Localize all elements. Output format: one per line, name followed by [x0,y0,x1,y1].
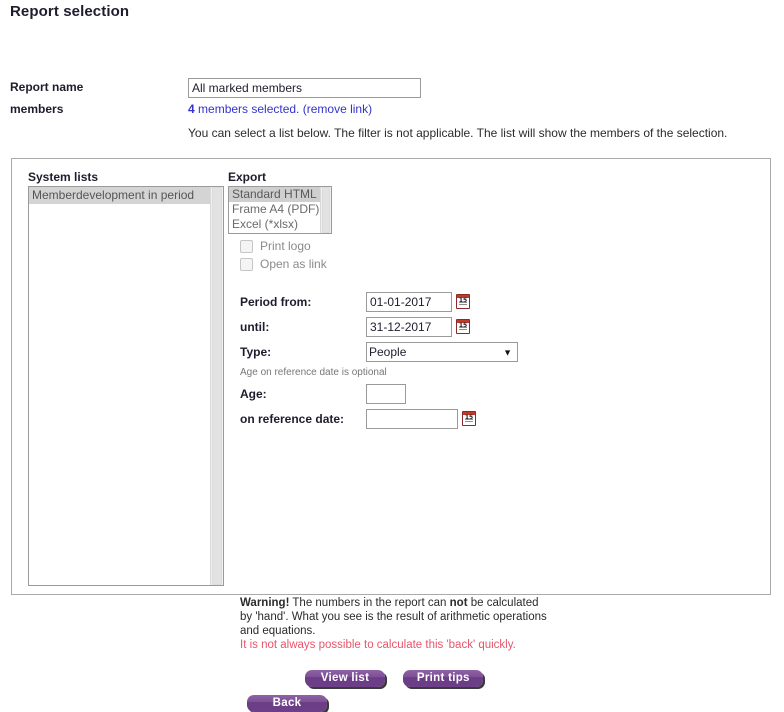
type-control: People ▼ [366,341,518,362]
secondary-button-row: Back [247,695,327,712]
warning-title: Warning! [240,597,290,609]
warning-line1-a: The numbers in the report can [289,597,450,609]
list-item[interactable]: Memberdevelopment in period [29,187,210,204]
calendar-icon-lines [459,327,467,331]
view-list-button[interactable]: View list [305,670,385,687]
warning-block: Warning! The numbers in the report can n… [240,596,640,652]
export-option-standard-html[interactable]: Standard HTML [229,187,320,202]
print-logo-checkbox[interactable] [240,239,253,253]
report-parameters-form: Period from: 15 until: 15 [240,289,660,431]
warning-line-2: by 'hand'. What you see is the result of… [240,611,547,623]
period-from-input[interactable] [366,291,452,312]
reference-date-control: 15 [366,408,476,429]
system-lists-listbox[interactable]: Memberdevelopment in period [28,186,224,586]
calendar-icon[interactable]: 15 [456,294,470,309]
print-logo-label: Print logo [260,239,311,253]
export-heading: Export [228,170,267,184]
age-control [366,383,406,404]
type-select-wrapper: People ▼ [366,341,518,362]
system-lists-heading: System lists [28,170,99,184]
selection-hint-text: You can select a list below. The filter … [188,126,728,140]
type-label: Type: [240,344,272,359]
calendar-icon-lines [465,419,473,423]
age-label: Age: [240,386,267,401]
members-count: 4 [188,102,195,116]
report-name-row: Report name [10,78,780,98]
warning-line-3: and equations. [240,625,316,637]
print-tips-button[interactable]: Print tips [403,670,484,687]
until-row: until: 15 [240,314,660,339]
until-control: 15 [366,316,470,337]
reference-date-input[interactable] [366,408,458,429]
members-selection-info: 4 members selected. (remove link) [188,100,780,118]
until-label: until: [240,319,270,334]
primary-button-row: View list Print tips [305,670,484,687]
members-row: members 4 members selected. (remove link… [10,100,780,118]
print-logo-checkbox-row[interactable]: Print logo [240,239,311,253]
report-name-label: Report name [10,80,84,94]
reference-date-row: on reference date: 15 [240,406,660,431]
system-lists-scrollbar[interactable] [210,187,223,585]
reference-date-label: on reference date: [240,411,345,426]
period-from-label: Period from: [240,294,312,309]
period-from-row: Period from: 15 [240,289,660,314]
export-format-listbox[interactable]: Standard HTML Frame A4 (PDF) Excel (*xls… [228,186,332,234]
remove-selection-link[interactable]: (remove link) [303,102,372,116]
page-title: Report selection [10,3,130,20]
system-lists-items: Memberdevelopment in period [29,187,210,585]
report-options-panel: System lists Export Memberdevelopment in… [11,158,771,712]
warning-line1-b: be calculated [467,597,539,609]
type-row: Type: People ▼ [240,339,660,364]
warning-line-1: Warning! The numbers in the report can n… [240,596,640,610]
warning-line1-bold: not [449,597,468,609]
export-option-excel-xlsx[interactable]: Excel (*xlsx) [229,217,320,232]
age-row: Age: [240,381,660,406]
back-button[interactable]: Back [247,695,327,712]
open-as-link-label: Open as link [260,257,327,271]
export-format-items: Standard HTML Frame A4 (PDF) Excel (*xls… [229,187,320,233]
export-listbox-scrollbar-thumb[interactable] [322,187,330,233]
open-as-link-checkbox-row[interactable]: Open as link [240,257,327,271]
calendar-icon-lines [459,302,467,306]
report-name-input[interactable] [188,78,421,98]
period-from-control: 15 [366,291,470,312]
members-label: members [10,102,64,116]
until-input[interactable] [366,316,452,337]
type-select[interactable]: People [366,341,518,362]
age-optional-note: Age on reference date is optional [240,367,387,378]
warning-red-line: It is not always possible to calculate t… [240,639,516,651]
open-as-link-checkbox[interactable] [240,257,253,271]
top-form: Report name members 4 members selected. … [10,78,780,120]
export-option-frame-a4-pdf[interactable]: Frame A4 (PDF) [229,202,320,217]
export-listbox-scrollbar[interactable] [320,187,331,233]
system-lists-scrollbar-thumb[interactable] [212,187,222,585]
age-input[interactable] [366,383,406,404]
report-name-field-cell [188,78,780,98]
calendar-icon[interactable]: 15 [462,411,476,426]
members-selected-text: members selected. [194,102,303,116]
calendar-icon[interactable]: 15 [456,319,470,334]
